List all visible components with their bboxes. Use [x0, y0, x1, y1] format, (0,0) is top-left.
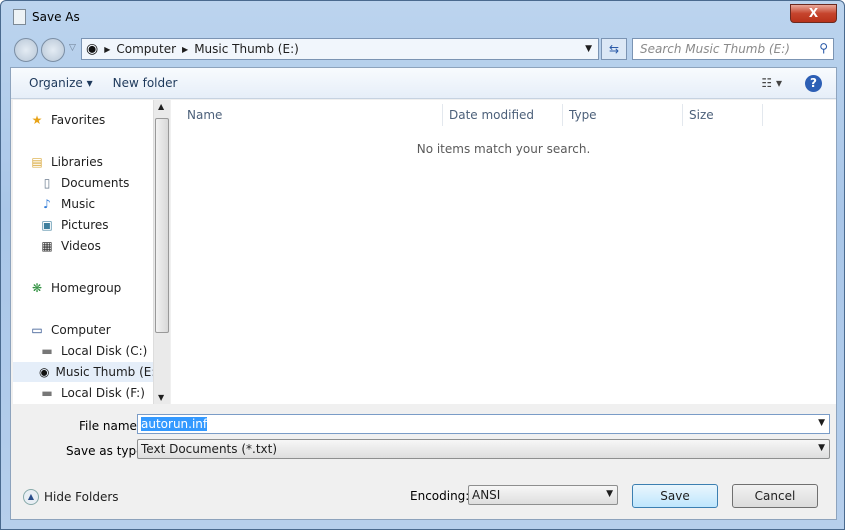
refresh-button[interactable]: ⇆ [601, 38, 627, 60]
save-as-type-label: Save as type: [66, 444, 148, 458]
library-icon: ▤ [31, 155, 43, 169]
hide-folders-button[interactable]: ▲ Hide Folders [23, 489, 119, 505]
disk-icon: ▬ [41, 344, 53, 358]
documents-icon: ▯ [43, 176, 51, 190]
breadcrumb-computer[interactable]: Computer [116, 42, 176, 56]
nav-item-computer[interactable]: ▭ Computer [29, 320, 111, 340]
nav-scrollbar[interactable]: ▲ ▼ [153, 100, 170, 404]
nav-item-local-disk-c[interactable]: ▬ Local Disk (C:) [39, 341, 147, 361]
save-as-type-value: Text Documents (*.txt) [141, 442, 278, 456]
usb-drive-icon: ◉ [86, 41, 99, 57]
dropdown-icon[interactable]: ▼ [818, 418, 825, 428]
nav-item-music-thumb-e[interactable]: ◉ Music Thumb (E:) [13, 362, 153, 382]
nav-item-label: Local Disk (F:) [61, 386, 145, 400]
close-button[interactable]: X [790, 4, 837, 23]
nav-item-pictures[interactable]: ▣ Pictures [39, 215, 109, 235]
nav-item-label: Videos [61, 239, 101, 253]
chevron-up-icon: ▲ [23, 489, 39, 505]
encoding-label: Encoding: [410, 489, 470, 503]
new-folder-button[interactable]: New folder [104, 76, 187, 90]
encoding-value: ANSI [472, 488, 501, 502]
dialog-body: Organize ▾ New folder ☷ ▾ ? ★ Favorites ▤ L… [10, 67, 837, 520]
scrollbar-thumb[interactable] [155, 118, 169, 333]
star-icon: ★ [31, 113, 43, 127]
navigation-pane: ★ Favorites ▤ Libraries ▯ Documents ♪ Music ▣ Pic… [13, 100, 153, 404]
file-name-value: autorun.inf [141, 417, 208, 431]
nav-item-label: Music [61, 197, 96, 211]
save-as-type-select[interactable]: Text Documents (*.txt) ▼ [137, 439, 830, 459]
save-button[interactable]: Save [632, 484, 718, 508]
nav-item-music[interactable]: ♪ Music [39, 194, 95, 214]
chevron-right-icon[interactable]: ▶ [182, 45, 188, 54]
usb-drive-icon: ◉ [39, 365, 50, 379]
file-name-input[interactable]: autorun.inf ▼ [137, 414, 830, 434]
file-list: Name Date modified Type Size No items ma… [171, 100, 836, 404]
toolbar: Organize ▾ New folder ☷ ▾ ? [11, 68, 836, 99]
nav-item-label: Libraries [51, 155, 103, 169]
column-size[interactable]: Size [683, 104, 763, 126]
forward-button[interactable] [41, 38, 65, 62]
computer-icon: ▭ [31, 323, 43, 337]
notepad-icon [13, 9, 26, 25]
nav-item-label: Documents [61, 176, 130, 190]
column-name[interactable]: Name [181, 104, 443, 126]
dropdown-icon: ▼ [818, 443, 825, 453]
encoding-select[interactable]: ANSI ▼ [468, 485, 618, 505]
search-icon[interactable]: ⚲ [819, 41, 828, 55]
nav-item-documents[interactable]: ▯ Documents [39, 173, 130, 193]
file-name-label: File name: [79, 419, 141, 433]
pictures-icon: ▣ [41, 218, 53, 232]
music-icon: ♪ [43, 197, 51, 211]
videos-icon: ▦ [41, 239, 53, 253]
column-date-modified[interactable]: Date modified [443, 104, 563, 126]
disk-icon: ▬ [41, 386, 53, 400]
back-button[interactable] [14, 38, 38, 62]
search-placeholder: Search Music Thumb (E:) [640, 42, 790, 56]
empty-message: No items match your search. [416, 142, 591, 156]
nav-item-label: Favorites [51, 113, 106, 127]
nav-item-favorites[interactable]: ★ Favorites [29, 110, 106, 130]
save-as-dialog: Save As X ▽ ◉ ▶ Computer ▶ Music Thumb (… [0, 0, 845, 530]
nav-item-label: Local Disk (C:) [61, 344, 148, 358]
views-button[interactable]: ☷ ▾ [752, 76, 791, 90]
chevron-right-icon[interactable]: ▶ [104, 45, 110, 54]
nav-item-label: Pictures [61, 218, 109, 232]
organize-button[interactable]: Organize ▾ [20, 76, 102, 90]
nav-item-videos[interactable]: ▦ Videos [39, 236, 101, 256]
nav-item-local-disk-f[interactable]: ▬ Local Disk (F:) [39, 383, 145, 403]
help-icon[interactable]: ? [805, 74, 822, 92]
nav-item-label: Homegroup [51, 281, 122, 295]
window-title: Save As [32, 10, 80, 24]
address-dropdown-icon[interactable]: ▼ [585, 44, 592, 54]
column-type[interactable]: Type [563, 104, 683, 126]
recent-pages-icon[interactable]: ▽ [69, 43, 76, 53]
nav-item-label: Music Thumb (E:) [55, 365, 153, 379]
nav-item-libraries[interactable]: ▤ Libraries [29, 152, 103, 172]
breadcrumb-music-thumb[interactable]: Music Thumb (E:) [194, 42, 299, 56]
search-input[interactable]: Search Music Thumb (E:) ⚲ [632, 38, 834, 60]
address-bar[interactable]: ◉ ▶ Computer ▶ Music Thumb (E:) ▼ [81, 38, 599, 60]
cancel-button[interactable]: Cancel [732, 484, 818, 508]
nav-item-homegroup[interactable]: ❋ Homegroup [29, 278, 121, 298]
nav-item-label: Computer [51, 323, 111, 337]
dropdown-icon: ▼ [606, 489, 613, 499]
homegroup-icon: ❋ [31, 281, 43, 295]
hide-folders-label: Hide Folders [44, 490, 119, 504]
